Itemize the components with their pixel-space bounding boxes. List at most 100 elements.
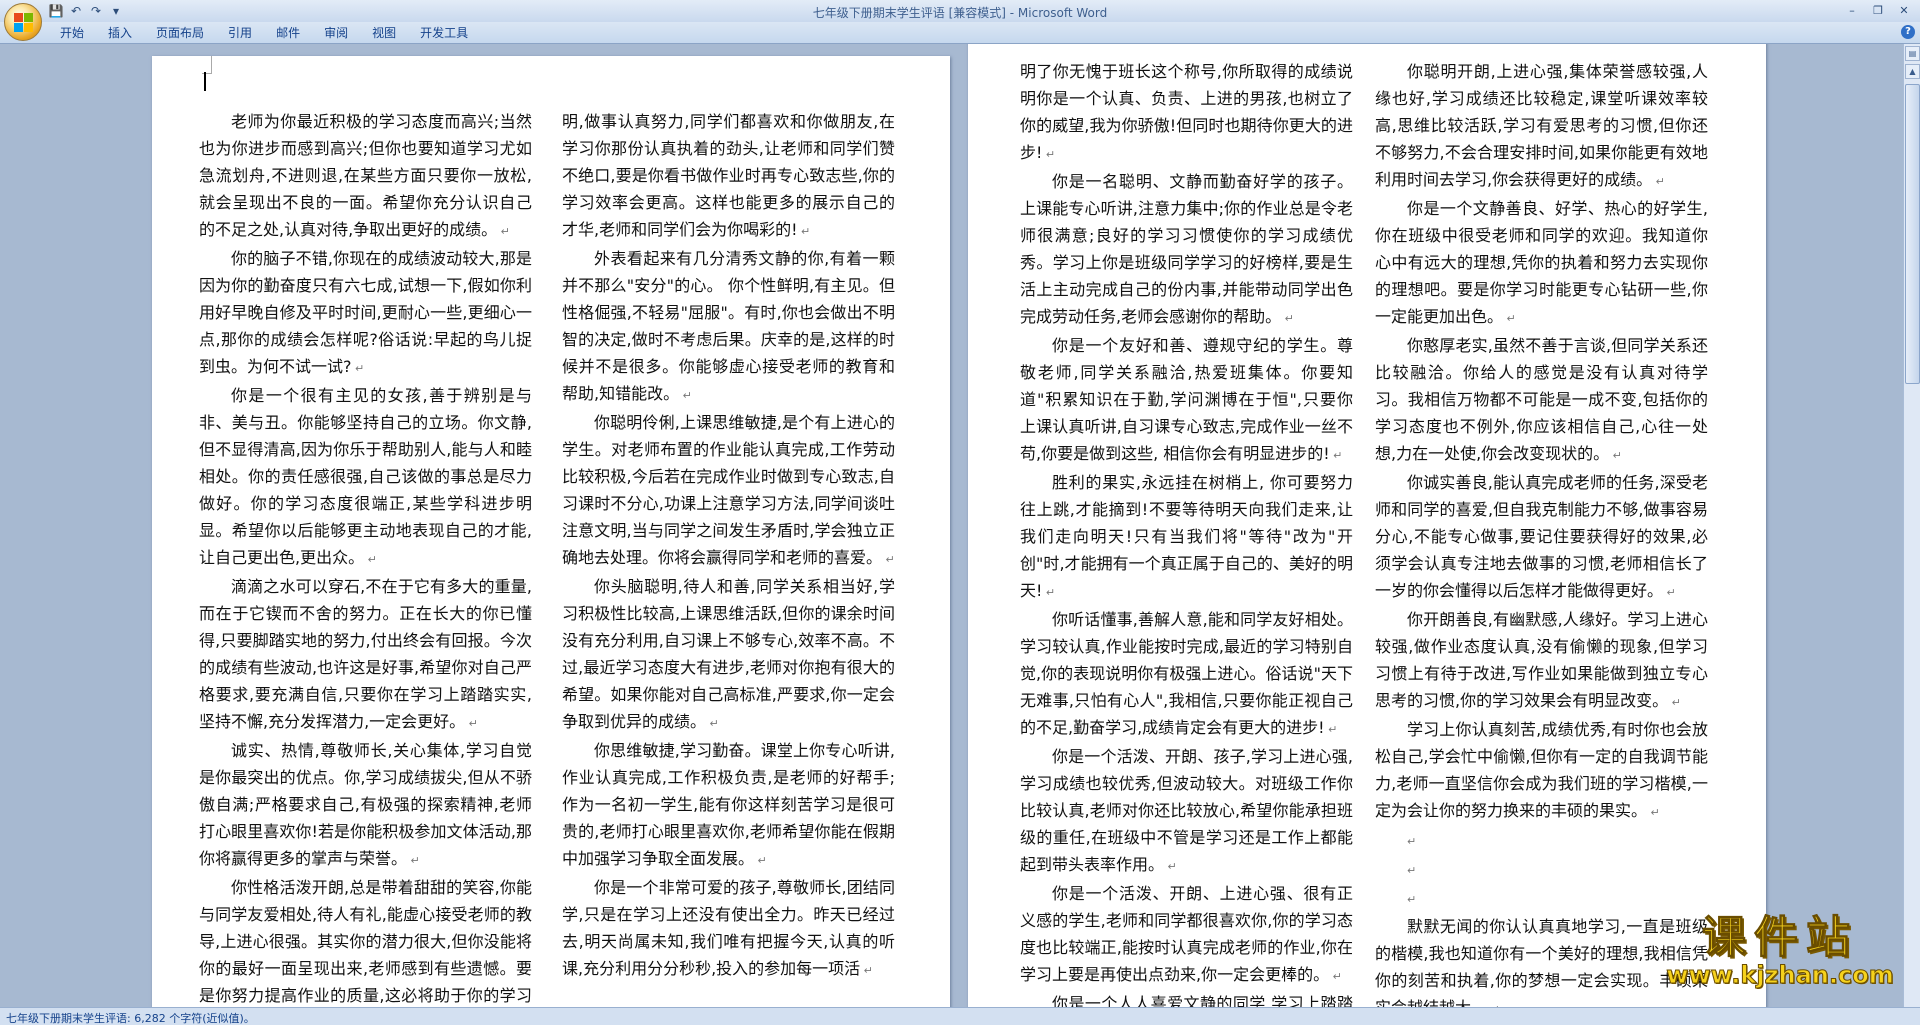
tab-insert[interactable]: 插入	[96, 25, 144, 41]
paragraph-text: 你是一个文静善良、好学、热心的好学生,你在班级中很受老师和同学的欢迎。我知道你心…	[1375, 199, 1708, 326]
office-button[interactable]	[4, 3, 42, 41]
paragraph-mark-icon: ↵	[679, 389, 692, 402]
paragraph-mark-icon: ↵	[754, 854, 767, 867]
comment-paragraph[interactable]: 你憨厚老实,虽然不善于言谈,但同学关系还比较融洽。你给人的感觉是没有认真对待学习…	[1375, 332, 1708, 469]
help-icon[interactable]: ?	[1901, 25, 1915, 39]
paragraph-text: 滴滴之水可以穿石,不在于它有多大的重量,而在于它锲而不舍的努力。正在长大的你已懂…	[199, 577, 532, 731]
tab-references[interactable]: 引用	[216, 25, 264, 41]
left-page-column-2: 明,做事认真努力,同学们都喜欢和你做朋友,在学习你那份认真执着的劲头,让老师和同…	[562, 108, 895, 984]
window-title: 七年级下册期末学生评语 [兼容模式] - Microsoft Word	[0, 4, 1920, 21]
comment-paragraph[interactable]: 学习上你认真刻苦,成绩优秀,有时你也会放松自己,学会忙中偷懒,但你有一定的自我调…	[1375, 716, 1708, 826]
paragraph-text: 你是一个友好和善、遵规守纪的学生。尊敬老师,同学关系融洽,热爱班集体。你要知道"…	[1020, 336, 1353, 463]
paragraph-text: 你是一个很有主见的女孩,善于辨别是与非、美与丑。你能够坚持自己的立场。你文静,但…	[199, 386, 532, 567]
tab-home[interactable]: 开始	[48, 25, 96, 41]
paragraph-mark-icon: ↵	[797, 225, 811, 238]
paragraph-text: 你是一个活泼、开朗、上进心强、很有正义感的学生,老师和同学都很喜欢你,你的学习态…	[1020, 884, 1353, 984]
paragraph-text: 你听话懂事,善解人意,能和同学友好相处。学习较认真,作业能按时完成,最近的学习特…	[1020, 610, 1353, 737]
comment-paragraph[interactable]: 你是一个友好和善、遵规守纪的学生。尊敬老师,同学关系融洽,热爱班集体。你要知道"…	[1020, 332, 1353, 469]
paragraph-mark-icon: ↵	[1609, 449, 1622, 462]
comment-paragraph[interactable]: 你诚实善良,能认真完成老师的任务,深受老师和同学的喜爱,但自我克制能力不够,做事…	[1375, 469, 1708, 606]
tab-page-layout[interactable]: 页面布局	[144, 25, 216, 41]
vertical-scrollbar[interactable]: ▤ ▲	[1903, 44, 1920, 1007]
comment-paragraph[interactable]: 你头脑聪明,待人和善,同学关系相当好,学习积极性比较高,上课思维活跃,但你的课余…	[562, 573, 895, 737]
scrollbar-thumb[interactable]	[1905, 84, 1920, 384]
paragraph-mark-icon: ↵	[1042, 148, 1056, 161]
office-logo-icon	[14, 13, 34, 33]
status-bar: 七年级下册期末学生评语: 6,282 个字符(近似值)。	[0, 1007, 1920, 1025]
paragraph-text: 你聪明开朗,上进心强,集体荣誉感较强,人缘也好,学习成绩还比较稳定,课堂听课效率…	[1375, 62, 1708, 189]
paragraph-text: 明,做事认真努力,同学们都喜欢和你做朋友,在学习你那份认真执着的劲头,让老师和同…	[562, 112, 895, 239]
comment-paragraph[interactable]: 你是一个活泼、开朗、孩子,学习上进心强,学习成绩也较优秀,但波动较大。对班级工作…	[1020, 743, 1353, 880]
paragraph-text: 你是一个非常可爱的孩子,尊敬师长,团结同学,只是在学习上还没有使出全力。昨天已经…	[562, 878, 895, 978]
comment-paragraph[interactable]: 你是一个人人喜爱文静的同学,学习上踏踏实实,完成作业认认真真,听课很专注,自修课…	[1020, 990, 1353, 1007]
paragraph-mark-icon: ↵	[497, 225, 510, 238]
ribbon-tab-bar: 开始 插入 页面布局 引用 邮件 审阅 视图 开发工具 ?	[0, 22, 1920, 44]
comment-paragraph[interactable]: 诚实、热情,尊敬师长,关心集体,学习自觉是你最突出的优点。你,学习成绩拔尖,但从…	[199, 737, 532, 874]
comment-paragraph[interactable]: 你是一个很有主见的女孩,善于辨别是与非、美与丑。你能够坚持自己的立场。你文静,但…	[199, 382, 532, 573]
paragraph-text: 你诚实善良,能认真完成老师的任务,深受老师和同学的喜爱,但自我克制能力不够,做事…	[1375, 473, 1708, 600]
comment-paragraph[interactable]: 你性格活泼开朗,总是带着甜甜的笑容,你能与同学友爱相处,待人有礼,能虚心接受老师…	[199, 874, 532, 1007]
comment-paragraph[interactable]: 你开朗善良,有幽默感,人缘好。学习上进心较强,做作业态度认真,没有偷懒的现象,但…	[1375, 606, 1708, 716]
paragraph-text: 老师为你最近积极的学习态度而高兴;当然也为你进步而感到高兴;但你也要知道学习尤如…	[199, 112, 532, 239]
comment-paragraph[interactable]: 滴滴之水可以穿石,不在于它有多大的重量,而在于它锲而不舍的努力。正在长大的你已懂…	[199, 573, 532, 737]
comment-paragraph[interactable]: ↵	[1375, 826, 1708, 855]
paragraph-text: 你是一名聪明、文静而勤奋好学的孩子。上课能专心听讲,注意力集中;你的作业总是令老…	[1020, 172, 1353, 326]
comment-paragraph[interactable]: 你是一个文静善良、好学、热心的好学生,你在班级中很受老师和同学的欢迎。我知道你心…	[1375, 195, 1708, 332]
comment-paragraph[interactable]: 你是一名聪明、文静而勤奋好学的孩子。上课能专心听讲,注意力集中;你的作业总是令老…	[1020, 168, 1353, 332]
paragraph-mark-icon: ↵	[1164, 860, 1177, 873]
ribbon-tabs: 开始 插入 页面布局 引用 邮件 审阅 视图 开发工具	[48, 25, 480, 41]
scroll-up-icon[interactable]: ▲	[1905, 64, 1920, 79]
comment-paragraph[interactable]: 你的脑子不错,你现在的成绩波动较大,那是因为你的勤奋度只有六七成,试想一下,假如…	[199, 245, 532, 382]
paragraph-mark-icon: ↵	[1042, 586, 1056, 599]
paragraph-mark-icon: ↵	[1407, 835, 1417, 848]
document-title: 七年级下册期末学生评语 [兼容模式]	[812, 6, 1006, 20]
comment-paragraph[interactable]: 明了你无愧于班长这个称号,你所取得的成绩说明你是一个认真、负责、上进的男孩,也树…	[1020, 58, 1353, 168]
paragraph-mark-icon: ↵	[1329, 449, 1343, 462]
ruler-toggle-icon[interactable]: ▤	[1905, 46, 1920, 61]
watermark-title: 课件站	[1702, 912, 1858, 964]
comment-paragraph[interactable]: 胜利的果实,永远挂在树梢上, 你可要努力往上跳,才能摘到!不要等待明天向我们走来…	[1020, 469, 1353, 606]
document-page-left[interactable]: 老师为你最近积极的学习态度而高兴;当然也为你进步而感到高兴;但你也要知道学习尤如…	[152, 56, 950, 1007]
right-page-column-2: 你聪明开朗,上进心强,集体荣誉感较强,人缘也好,学习成绩还比较稳定,课堂听课效率…	[1375, 58, 1708, 1007]
paragraph-mark-icon: ↵	[1647, 806, 1660, 819]
paragraph-text: 你聪明伶俐,上课思维敏捷,是个有上进心的学生。对老师布置的作业能认真完成,工作劳…	[562, 413, 895, 567]
paragraph-mark-icon: ↵	[860, 964, 873, 977]
paragraph-mark-icon: ↵	[364, 553, 377, 566]
paragraph-mark-icon: ↵	[1503, 312, 1516, 325]
paragraph-text: 你是一个人人喜爱文静的同学,学习上踏踏实实,完成作业认认真真,听课很专注,自修课	[1052, 994, 1353, 1007]
comment-paragraph[interactable]: 你聪明伶俐,上课思维敏捷,是个有上进心的学生。对老师布置的作业能认真完成,工作劳…	[562, 409, 895, 573]
comment-paragraph[interactable]: 你聪明开朗,上进心强,集体荣誉感较强,人缘也好,学习成绩还比较稳定,课堂听课效率…	[1375, 58, 1708, 195]
paragraph-mark-icon: ↵	[1324, 723, 1338, 736]
restore-button[interactable]: ❐	[1866, 1, 1890, 19]
paragraph-mark-icon: ↵	[1329, 970, 1342, 983]
comment-paragraph[interactable]: 你听话懂事,善解人意,能和同学友好相处。学习较认真,作业能按时完成,最近的学习特…	[1020, 606, 1353, 743]
paragraph-text: 你性格活泼开朗,总是带着甜甜的笑容,你能与同学友爱相处,待人有礼,能虚心接受老师…	[199, 878, 532, 1005]
comment-paragraph[interactable]: ↵	[1375, 884, 1708, 913]
paragraph-mark-icon: ↵	[1407, 864, 1417, 877]
tab-view[interactable]: 视图	[360, 25, 408, 41]
paragraph-text: 你思维敏捷,学习勤奋。课堂上你专心听讲,作业认真完成,工作积极负责,是老师的好帮…	[562, 741, 895, 868]
document-page-right[interactable]: 明了你无愧于班长这个称号,你所取得的成绩说明你是一个认真、负责、上进的男孩,也树…	[968, 44, 1766, 1007]
tab-developer[interactable]: 开发工具	[408, 25, 480, 41]
comment-paragraph[interactable]: 默默无闻的你认认真真地学习,一直是班级的楷模,我也知道你有一个美好的理想,我相信…	[1375, 913, 1708, 1007]
document-workspace: 老师为你最近积极的学习态度而高兴;当然也为你进步而感到高兴;但你也要知道学习尤如…	[0, 44, 1920, 1007]
right-page-column-1: 明了你无愧于班长这个称号,你所取得的成绩说明你是一个认真、负责、上进的男孩,也树…	[1020, 58, 1353, 1007]
comment-paragraph[interactable]: 老师为你最近积极的学习态度而高兴;当然也为你进步而感到高兴;但你也要知道学习尤如…	[199, 108, 532, 245]
comment-paragraph[interactable]: ↵	[1375, 855, 1708, 884]
paragraph-mark-icon: ↵	[706, 717, 719, 730]
paragraph-mark-icon: ↵	[1652, 175, 1665, 188]
comment-paragraph[interactable]: 你是一个非常可爱的孩子,尊敬师长,团结同学,只是在学习上还没有使出全力。昨天已经…	[562, 874, 895, 984]
tab-review[interactable]: 审阅	[312, 25, 360, 41]
paragraph-text: 你头脑聪明,待人和善,同学关系相当好,学习积极性比较高,上课思维活跃,但你的课余…	[562, 577, 895, 731]
comment-paragraph[interactable]: 你是一个活泼、开朗、上进心强、很有正义感的学生,老师和同学都很喜欢你,你的学习态…	[1020, 880, 1353, 990]
comment-paragraph[interactable]: 明,做事认真努力,同学们都喜欢和你做朋友,在学习你那份认真执着的劲头,让老师和同…	[562, 108, 895, 245]
comment-paragraph[interactable]: 外表看起来有几分清秀文静的你,有着一颗并不那么"安分"的心。 你个性鲜明,有主见…	[562, 245, 895, 409]
paragraph-mark-icon: ↵	[1668, 696, 1681, 709]
close-button[interactable]: ✕	[1892, 1, 1916, 19]
paragraph-text: 你憨厚老实,虽然不善于言谈,但同学关系还比较融洽。你给人的感觉是没有认真对待学习…	[1375, 336, 1708, 463]
comment-paragraph[interactable]: 你思维敏捷,学习勤奋。课堂上你专心听讲,作业认真完成,工作积极负责,是老师的好帮…	[562, 737, 895, 874]
tab-mailings[interactable]: 邮件	[264, 25, 312, 41]
word-count-status[interactable]: 七年级下册期末学生评语: 6,282 个字符(近似值)。	[6, 1010, 255, 1025]
minimize-button[interactable]: –	[1840, 1, 1864, 19]
paragraph-mark-icon: ↵	[882, 553, 895, 566]
